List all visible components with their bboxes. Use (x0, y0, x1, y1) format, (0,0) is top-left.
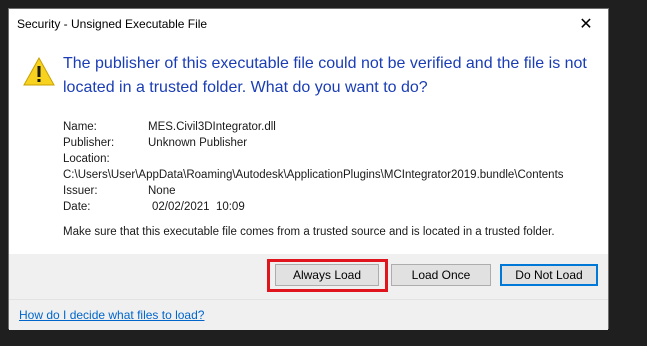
close-icon: ✕ (579, 16, 593, 33)
help-link[interactable]: How do I decide what files to load? (19, 308, 204, 322)
do-not-load-button[interactable]: Do Not Load (500, 264, 598, 286)
dialog-heading: The publisher of this executable file co… (63, 55, 587, 96)
name-value: MES.Civil3DIntegrator.dll (148, 121, 276, 133)
publisher-label: Publisher: (63, 137, 115, 149)
issuer-value: None (148, 185, 176, 197)
issuer-label: Issuer: (63, 185, 98, 197)
button-bar: Always Load Load Once Do Not Load (9, 254, 608, 299)
date-label: Date: (63, 201, 91, 213)
date-value: 02/02/2021 10:09 (152, 201, 245, 213)
warning-icon (23, 57, 55, 86)
name-label: Name: (63, 121, 97, 133)
title-bar: Security - Unsigned Executable File ✕ (9, 9, 608, 39)
security-dialog: Security - Unsigned Executable File ✕ Th… (8, 8, 609, 330)
window-title: Security - Unsigned Executable File (17, 17, 208, 31)
close-button[interactable]: ✕ (564, 9, 608, 39)
location-label: Location: (63, 153, 110, 165)
load-once-button[interactable]: Load Once (391, 264, 491, 286)
advice-text: Make sure that this executable file come… (63, 226, 555, 238)
location-value: C:\Users\User\AppData\Roaming\Autodesk\A… (63, 169, 564, 181)
publisher-value: Unknown Publisher (148, 137, 248, 149)
footer: How do I decide what files to load? (9, 299, 608, 330)
always-load-button[interactable]: Always Load (275, 264, 379, 286)
